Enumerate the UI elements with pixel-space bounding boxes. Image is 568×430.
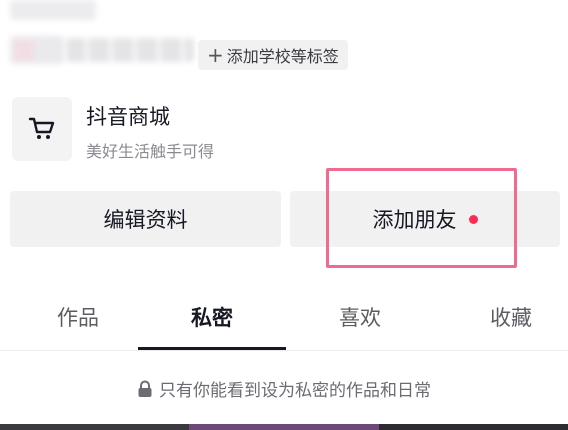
thumbnail[interactable] (378, 424, 568, 430)
plus-icon: + (207, 43, 224, 67)
blurred-username (10, 0, 96, 20)
mall-subtitle: 美好生活触手可得 (86, 142, 215, 161)
lock-icon (137, 380, 153, 398)
add-tag-label: 添加学校等标签 (226, 47, 339, 66)
shopping-cart-icon (28, 117, 55, 139)
add-friends-label: 添加朋友 (372, 208, 457, 232)
tab-private-label: 私密 (191, 306, 233, 330)
tab-favorites[interactable]: 收藏 (441, 302, 568, 342)
notification-dot (468, 214, 478, 224)
thumbnail-strip (0, 424, 568, 430)
tab-works[interactable]: 作品 (8, 302, 148, 342)
tab-works-label: 作品 (57, 306, 99, 330)
mall-title[interactable]: 抖音商城 (86, 101, 170, 131)
add-friends-button[interactable]: 添加朋友 (290, 191, 560, 247)
tab-favorites-label: 收藏 (490, 306, 532, 330)
private-notice: 只有你能看到设为私密的作品和日常 (0, 376, 568, 401)
thumbnail[interactable] (0, 424, 190, 430)
edit-profile-label: 编辑资料 (103, 208, 188, 232)
edit-profile-button[interactable]: 编辑资料 (10, 191, 281, 247)
blurred-info-tag (10, 36, 64, 64)
blurred-info-text (66, 38, 194, 62)
tab-likes-label: 喜欢 (339, 306, 381, 330)
thumbnail[interactable] (189, 424, 379, 430)
private-notice-text: 只有你能看到设为私密的作品和日常 (159, 381, 431, 401)
mall-icon-tile[interactable] (12, 97, 72, 161)
tab-private[interactable]: 私密 (142, 302, 282, 342)
tabs-divider (0, 350, 568, 351)
tab-likes[interactable]: 喜欢 (290, 302, 430, 342)
add-school-tag-button[interactable]: + 添加学校等标签 (198, 40, 348, 70)
